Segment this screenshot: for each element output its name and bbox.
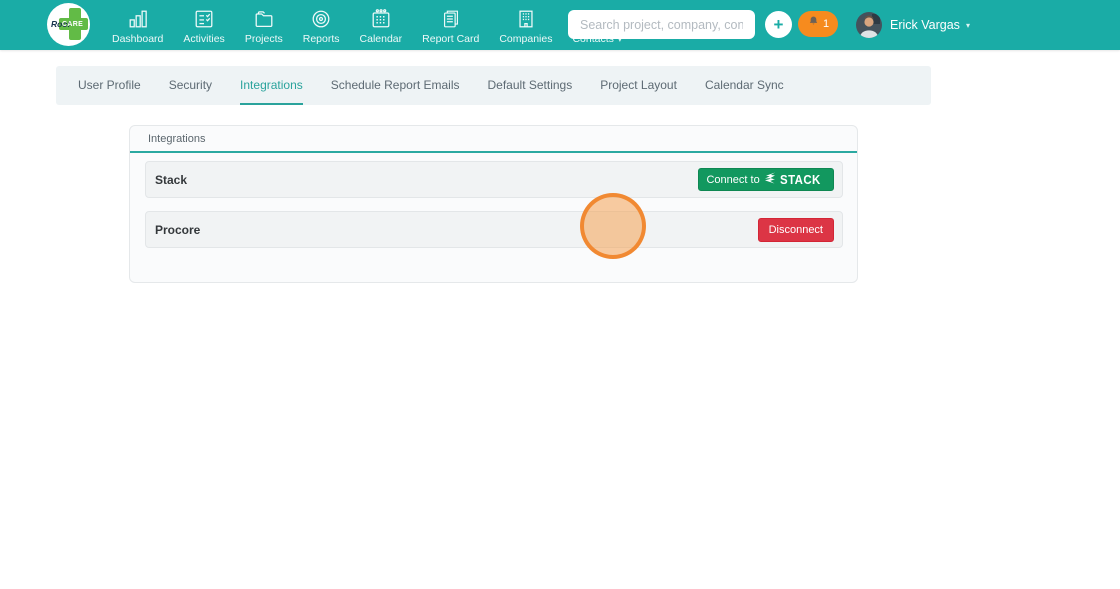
tab-calendar-sync[interactable]: Calendar Sync [705,66,784,105]
bell-icon [807,15,820,33]
calendar-icon [370,8,392,33]
stack-logo-icon [764,172,776,187]
disconnect-button[interactable]: Disconnect [758,218,834,242]
nav-item-activities[interactable]: Activities [173,0,234,50]
nav-label: Companies [499,33,552,45]
notification-badge[interactable]: 1 [798,11,838,37]
roofcare-logo[interactable]: Roof CARE [47,3,90,46]
documents-icon [440,8,462,33]
nav-label: Projects [245,33,283,45]
tab-user-profile[interactable]: User Profile [78,66,141,105]
notification-count: 1 [823,18,829,30]
user-name: Erick Vargas [890,18,960,32]
checklist-icon [193,8,215,33]
tab-security[interactable]: Security [169,66,212,105]
stack-brand-text: STACK [780,172,821,187]
avatar[interactable] [856,12,882,38]
nav-item-calendar[interactable]: Calendar [350,0,413,50]
connect-prefix: Connect to [706,174,759,186]
nav-item-report-card[interactable]: Report Card [412,0,489,50]
connect-stack-button[interactable]: Connect to STACK [698,168,834,191]
nav-label: Dashboard [112,33,163,45]
nav-item-dashboard[interactable]: Dashboard [102,0,173,50]
settings-tab-bar: User Profile Security Integrations Sched… [56,66,931,105]
settings-page: Roof CARE Dashboard [0,0,1120,589]
integrations-panel: Integrations Stack Connect to STACK Proc… [129,125,858,283]
nav-label: Report Card [422,33,479,45]
target-icon [310,8,332,33]
click-indicator [580,193,646,259]
logo-text-care: CARE [62,21,83,28]
nav-item-projects[interactable]: Projects [235,0,293,50]
integration-row-stack: Stack Connect to STACK [145,161,843,198]
integration-row-procore: Procore Disconnect [145,211,843,248]
nav-label: Calendar [360,33,403,45]
add-button[interactable]: + [765,11,792,38]
nav-item-companies[interactable]: Companies [489,0,562,50]
bar-chart-icon [127,8,149,33]
tab-schedule-report-emails[interactable]: Schedule Report Emails [331,66,460,105]
panel-title: Integrations [130,126,857,153]
chevron-down-icon: ▾ [966,21,970,30]
folder-icon [253,8,275,33]
main-nav: Dashboard Activities [102,0,632,50]
tab-project-layout[interactable]: Project Layout [600,66,677,105]
search-input[interactable] [568,10,755,39]
user-menu[interactable]: Erick Vargas ▾ [890,0,970,50]
top-navigation-bar: Roof CARE Dashboard [0,0,1120,50]
nav-label: Reports [303,33,340,45]
tab-integrations[interactable]: Integrations [240,66,303,105]
tab-default-settings[interactable]: Default Settings [488,66,573,105]
nav-label: Activities [183,33,224,45]
building-icon [515,8,537,33]
nav-item-reports[interactable]: Reports [293,0,350,50]
integration-name: Procore [155,223,200,237]
integration-name: Stack [155,173,187,187]
